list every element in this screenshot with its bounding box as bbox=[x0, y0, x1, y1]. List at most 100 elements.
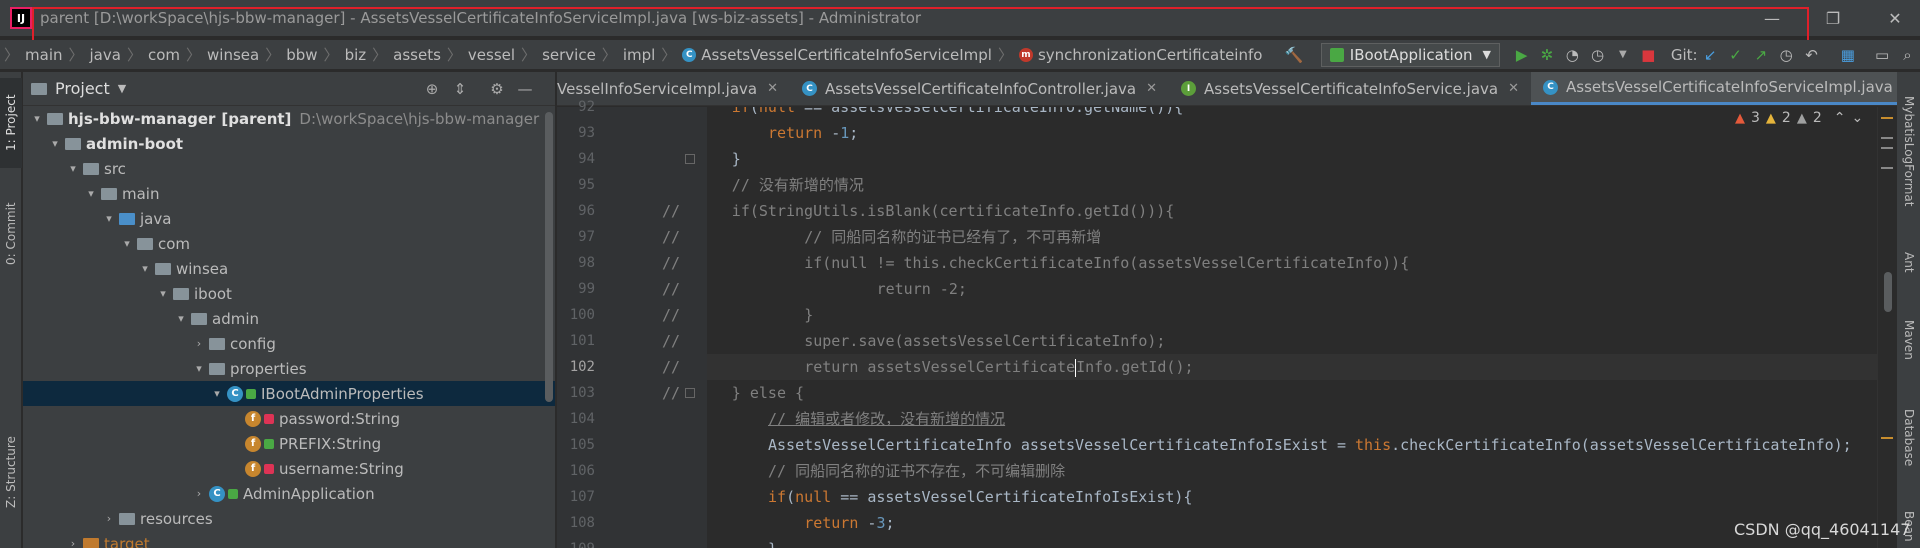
tree-node[interactable]: ▾ java bbox=[23, 206, 555, 231]
close-icon[interactable]: ✕ bbox=[1146, 81, 1157, 96]
presentation-icon[interactable]: ▭ bbox=[1870, 42, 1893, 68]
tab-maven[interactable]: Maven bbox=[1899, 300, 1919, 380]
code-editor[interactable]: if(null == assetsVesselCertificateInfo.g… bbox=[707, 107, 1877, 548]
chevron-down-icon[interactable]: ▾ bbox=[47, 137, 63, 150]
scroll-thumb[interactable] bbox=[1884, 272, 1892, 312]
line-number[interactable]: 103 bbox=[557, 380, 595, 406]
tab-ant[interactable]: Ant bbox=[1899, 232, 1919, 292]
tree-node[interactable]: ▾ main bbox=[23, 181, 555, 206]
stop-icon[interactable]: ■ bbox=[1637, 42, 1660, 68]
line-number[interactable]: 95 bbox=[557, 172, 595, 198]
breadcrumb-item[interactable]: m synchronizationCertificateinfo bbox=[1018, 46, 1262, 64]
breadcrumb-item[interactable]: biz bbox=[345, 46, 367, 64]
tree-node[interactable]: ▾ iboot bbox=[23, 281, 555, 306]
tree-node[interactable]: › target bbox=[23, 531, 555, 548]
fold-marker-icon[interactable] bbox=[685, 388, 695, 398]
breadcrumb-item[interactable]: C AssetsVesselCertificateInfoServiceImpl bbox=[682, 46, 992, 64]
tree-node[interactable]: ▾ C IBootAdminProperties bbox=[23, 381, 555, 406]
tree-node[interactable]: › resources bbox=[23, 506, 555, 531]
line-number[interactable]: 105 bbox=[557, 432, 595, 458]
profile-icon[interactable]: ◷ bbox=[1586, 42, 1609, 68]
code-line[interactable]: return assetsVesselCertificateInfo.getId… bbox=[707, 354, 1877, 380]
project-structure-icon[interactable]: ▦ bbox=[1836, 42, 1859, 68]
hide-panel-icon[interactable]: — bbox=[513, 78, 537, 100]
code-line[interactable]: } else { bbox=[707, 380, 1877, 406]
close-icon[interactable]: ✕ bbox=[1872, 0, 1918, 36]
code-line[interactable]: return -3; bbox=[707, 510, 1877, 536]
close-icon[interactable]: ✕ bbox=[1508, 81, 1519, 96]
breadcrumb-item[interactable]: winsea bbox=[207, 46, 259, 64]
minimize-icon[interactable]: — bbox=[1749, 0, 1795, 36]
line-number[interactable]: 107 bbox=[557, 484, 595, 510]
tree-node[interactable]: › C AdminApplication bbox=[23, 481, 555, 506]
git-history-icon[interactable]: ◷ bbox=[1775, 42, 1798, 68]
tree-node[interactable]: ▾ src bbox=[23, 156, 555, 181]
change-marker[interactable] bbox=[1881, 167, 1893, 169]
git-rollback-icon[interactable]: ↶ bbox=[1800, 42, 1823, 68]
breadcrumb-item[interactable]: bbw bbox=[286, 46, 317, 64]
chevron-down-icon[interactable]: ▼ bbox=[118, 82, 126, 95]
fold-marker-icon[interactable] bbox=[685, 154, 695, 164]
project-scrollbar[interactable] bbox=[545, 112, 553, 402]
line-number[interactable]: 100 bbox=[557, 302, 595, 328]
code-line[interactable]: // 编辑或者修改，没有新增的情况 bbox=[707, 406, 1877, 432]
line-number[interactable]: 92 bbox=[557, 94, 595, 120]
code-line[interactable]: if(null == assetsVesselCertificateInfoIs… bbox=[707, 484, 1877, 510]
code-line[interactable]: // 同船同名称的证书不存在，不可编辑删除 bbox=[707, 458, 1877, 484]
chevron-down-icon[interactable]: ▾ bbox=[101, 212, 117, 225]
git-update-icon[interactable]: ↙ bbox=[1699, 42, 1722, 68]
breadcrumb-item[interactable]: java bbox=[90, 46, 121, 64]
tree-node[interactable]: › config bbox=[23, 331, 555, 356]
code-line[interactable]: } bbox=[707, 536, 1877, 548]
breadcrumb-item[interactable]: com bbox=[148, 46, 180, 64]
chevron-down-icon[interactable]: ▾ bbox=[83, 187, 99, 200]
run-icon[interactable]: ▶ bbox=[1510, 42, 1533, 68]
editor-scrollbar[interactable] bbox=[1877, 107, 1897, 548]
line-number[interactable]: 96 bbox=[557, 198, 595, 224]
tree-node[interactable]: ▾ admin-boot bbox=[23, 131, 555, 156]
chevron-right-icon[interactable]: › bbox=[191, 337, 207, 350]
chevron-down-icon[interactable]: ▾ bbox=[29, 112, 45, 125]
tab-database[interactable]: Database bbox=[1899, 388, 1919, 488]
line-number[interactable]: 101 bbox=[557, 328, 595, 354]
line-number[interactable]: 104 bbox=[557, 406, 595, 432]
debug-icon[interactable]: ✲ bbox=[1535, 42, 1558, 68]
warning-marker[interactable] bbox=[1881, 437, 1893, 439]
line-number[interactable]: 98 bbox=[557, 250, 595, 276]
chevron-right-icon[interactable]: › bbox=[65, 537, 81, 548]
tab-project[interactable]: 1: Project bbox=[0, 78, 22, 168]
restore-icon[interactable]: ❐ bbox=[1810, 0, 1856, 36]
line-number[interactable]: 108 bbox=[557, 510, 595, 536]
code-line[interactable]: super.save(assetsVesselCertificateInfo); bbox=[707, 328, 1877, 354]
line-number[interactable]: 94 bbox=[557, 146, 595, 172]
coverage-icon[interactable]: ◔ bbox=[1561, 42, 1584, 68]
tree-node[interactable]: ▾ com bbox=[23, 231, 555, 256]
tree-node[interactable]: f password:String bbox=[23, 406, 555, 431]
code-line[interactable]: AssetsVesselCertificateInfo assetsVessel… bbox=[707, 432, 1877, 458]
line-number[interactable]: 99 bbox=[557, 276, 595, 302]
git-commit-icon[interactable]: ✓ bbox=[1724, 42, 1747, 68]
run-configuration-select[interactable]: IBootApplication ▼ bbox=[1320, 42, 1500, 67]
chevron-down-icon[interactable]: ▾ bbox=[155, 287, 171, 300]
tree-node[interactable]: ▾ hjs-bbw-manager [parent] D:\workSpace\hjs… bbox=[23, 106, 555, 131]
code-line[interactable]: // 没有新增的情况 bbox=[707, 172, 1877, 198]
breadcrumb-item[interactable]: vessel bbox=[468, 46, 515, 64]
breadcrumb-item[interactable]: impl bbox=[623, 46, 655, 64]
chevron-down-icon[interactable]: ⌄ bbox=[1852, 110, 1864, 126]
build-hammer-icon[interactable]: 🔨 bbox=[1282, 42, 1305, 68]
change-marker[interactable] bbox=[1881, 147, 1893, 149]
close-icon[interactable]: ✕ bbox=[767, 81, 778, 96]
tab-mybatis-log-format[interactable]: MybatisLogFormat bbox=[1899, 86, 1919, 216]
breadcrumb-item[interactable]: assets bbox=[393, 46, 441, 64]
line-number[interactable]: 109 bbox=[557, 536, 595, 548]
git-push-icon[interactable]: ↗ bbox=[1749, 42, 1772, 68]
tab-structure[interactable]: Z: Structure bbox=[0, 412, 22, 532]
tree-node[interactable]: ▾ properties bbox=[23, 356, 555, 381]
change-marker[interactable] bbox=[1881, 137, 1893, 139]
chevron-right-icon[interactable]: › bbox=[191, 487, 207, 500]
inspection-widget[interactable]: ▲ 3 ▲ 2 ▲ 2 ⌃ ⌄ bbox=[1735, 110, 1864, 126]
code-line[interactable]: if(null != this.checkCertificateInfo(ass… bbox=[707, 250, 1877, 276]
tree-node[interactable]: ▾ winsea bbox=[23, 256, 555, 281]
chevron-right-icon[interactable]: › bbox=[101, 512, 117, 525]
more-run-chevron-icon[interactable]: ▼ bbox=[1611, 42, 1634, 68]
